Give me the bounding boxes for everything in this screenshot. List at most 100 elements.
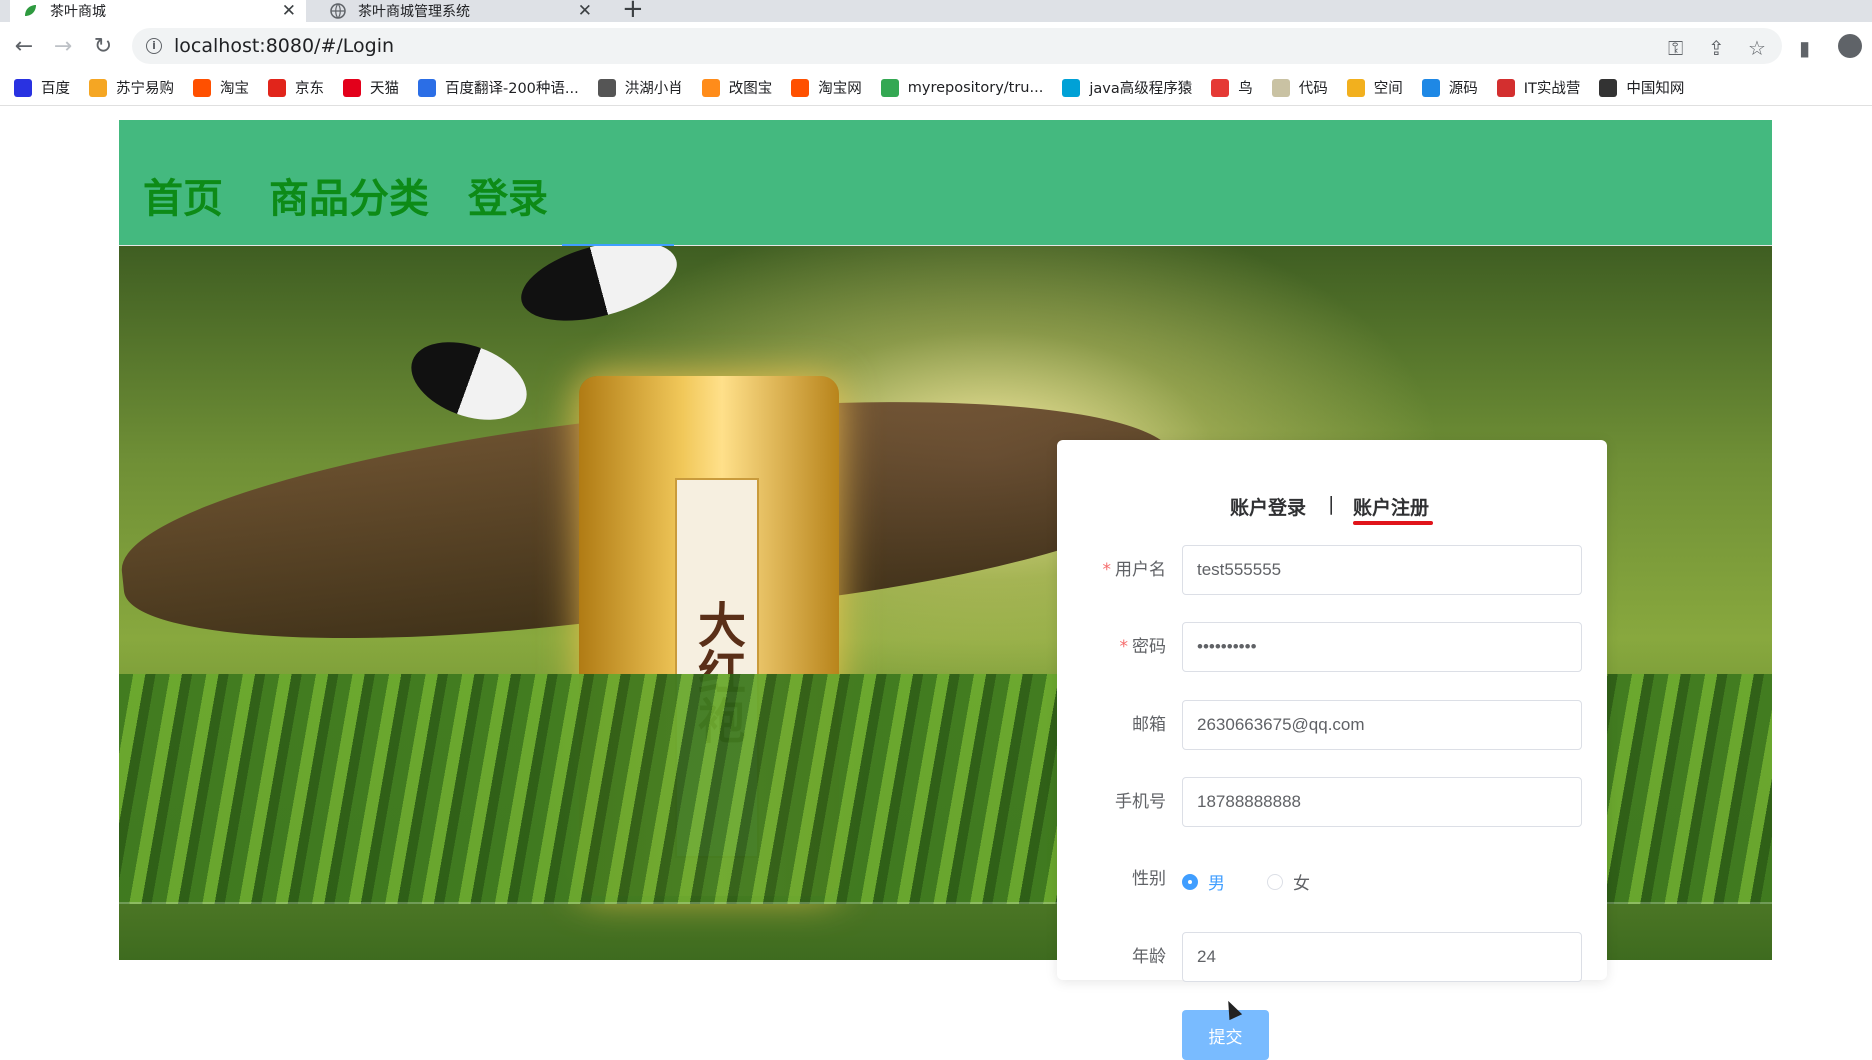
close-icon[interactable]: ✕: [282, 1, 296, 21]
bookmark-item[interactable]: 改图宝: [701, 77, 773, 98]
tab-title: 茶叶商城管理系统: [358, 4, 470, 20]
active-tab-underline: [1353, 521, 1433, 525]
bookmark-label: 苏宁易购: [116, 81, 174, 97]
gender-male-label: 男: [1208, 874, 1225, 894]
bookmark-label: 中国知网: [1626, 81, 1685, 97]
page: 首页 商品分类 登录 大红袍 账户登录 | 账户注册 *用户名 *密码: [0, 107, 1872, 1060]
bookmark-item[interactable]: 淘宝: [193, 77, 249, 98]
cnki-icon: [1599, 78, 1618, 97]
bookmark-item[interactable]: 代码: [1271, 77, 1328, 98]
submit-button[interactable]: 提交: [1182, 1010, 1269, 1060]
side-panel-icon[interactable]: ▮: [1799, 36, 1810, 60]
taobao-icon: [791, 78, 810, 97]
email-label: 邮箱: [1132, 715, 1166, 735]
phone-input[interactable]: [1182, 777, 1582, 827]
gender-female-label: 女: [1293, 874, 1310, 894]
nav-categories[interactable]: 商品分类: [269, 166, 429, 224]
bookmark-item[interactable]: 苏宁易购: [89, 77, 174, 98]
site-header: 首页 商品分类 登录: [119, 120, 1772, 246]
jd-icon: [268, 78, 286, 97]
globe-icon: [330, 3, 346, 19]
wing-icon: [597, 78, 616, 97]
bird-icon: [1211, 78, 1230, 97]
username-input[interactable]: [1182, 545, 1582, 595]
bookmark-label: IT实战营: [1523, 81, 1581, 97]
gender-label: 性别: [1132, 869, 1166, 889]
gender-female-radio[interactable]: 女: [1267, 869, 1310, 894]
suning-icon: [89, 78, 107, 97]
share-icon[interactable]: ⇪: [1708, 36, 1725, 60]
nav-home[interactable]: 首页: [143, 166, 223, 224]
bookmark-label: 洪湖小肖: [624, 81, 683, 97]
radio-checked-icon: [1182, 873, 1198, 890]
bookmark-label: 代码: [1298, 81, 1328, 97]
bookmark-item[interactable]: 百度翻译-200种语...: [418, 77, 579, 98]
star-icon[interactable]: ☆: [1748, 36, 1766, 60]
chrome-icon: [880, 78, 899, 97]
reload-icon[interactable]: ↻: [89, 32, 117, 60]
bookmark-item[interactable]: myrepository/tru...: [880, 78, 1044, 97]
bookmarks-bar: 百度 苏宁易购 淘宝 京东 天猫 百度翻译-200种语... 洪湖小肖 改图宝 淘宝网 myrep…: [0, 70, 1872, 106]
age-row: 年龄: [1057, 932, 1607, 982]
bookmark-item[interactable]: 鸟: [1211, 77, 1253, 98]
password-label: * 密码: [1119, 637, 1167, 657]
taobao-icon: [193, 78, 211, 97]
browser-tab[interactable]: 茶叶商城管理系统 ✕: [318, 0, 602, 22]
bookmark-label: 百度翻译-200种语...: [445, 81, 579, 97]
code-icon: [1271, 78, 1290, 97]
tab-account-register[interactable]: 账户注册: [1353, 493, 1429, 520]
age-label: 年龄: [1132, 947, 1166, 967]
gaitubao-icon: [701, 78, 720, 97]
profile-icon[interactable]: [1838, 34, 1862, 58]
browser-toolbar: ← → ↻ i localhost:8080/#/Login ⚿ ⇪ ☆ ▮: [0, 22, 1872, 70]
password-input[interactable]: [1182, 622, 1582, 672]
url-text: localhost:8080/#/Login: [174, 35, 395, 57]
key-icon[interactable]: ⚿: [1668, 36, 1683, 60]
tmall-icon: [343, 78, 361, 97]
gender-male-radio[interactable]: 男: [1182, 869, 1225, 894]
fish-icon: [1421, 78, 1440, 97]
leaf-icon: [22, 3, 38, 19]
bookmark-label: java高级程序猿: [1089, 81, 1193, 97]
bookmark-item[interactable]: 京东: [268, 77, 324, 98]
tab-account-login[interactable]: 账户登录: [1230, 493, 1306, 520]
address-bar[interactable]: i localhost:8080/#/Login: [132, 28, 1782, 64]
gender-row: 性别 男 女: [1057, 854, 1607, 904]
bookmark-label: 天猫: [370, 81, 399, 97]
email-input[interactable]: [1182, 700, 1582, 750]
bookmark-item[interactable]: 源码: [1421, 77, 1478, 98]
email-row: 邮箱: [1057, 700, 1607, 750]
bookmark-item[interactable]: java高级程序猿: [1062, 77, 1192, 98]
bookmark-item[interactable]: 淘宝网: [791, 77, 862, 98]
info-icon[interactable]: i: [146, 38, 162, 54]
bookmark-label: 源码: [1448, 81, 1478, 97]
bookmark-label: myrepository/tru...: [907, 79, 1044, 96]
bookmark-item[interactable]: 空间: [1346, 77, 1403, 98]
forward-icon[interactable]: →: [49, 32, 77, 60]
register-card: 账户登录 | 账户注册 *用户名 *密码 邮箱 手机号 性别 男: [1057, 440, 1607, 1060]
tab-separator: |: [1328, 493, 1335, 515]
bookmark-label: 空间: [1373, 81, 1403, 97]
phone-row: 手机号: [1057, 777, 1607, 827]
bookmark-label: 淘宝: [220, 81, 249, 97]
bilibili-icon: [1062, 78, 1081, 97]
bookmark-item[interactable]: 洪湖小肖: [597, 77, 683, 98]
bookmark-label: 改图宝: [728, 81, 773, 97]
browser-tab-active[interactable]: 茶叶商城 ✕: [10, 0, 306, 22]
magpie-icon: [400, 327, 538, 435]
password-row: * 密码: [1057, 622, 1607, 672]
translate-icon: [418, 78, 436, 97]
bookmark-label: 百度: [41, 81, 70, 97]
bookmark-item[interactable]: 中国知网: [1599, 77, 1684, 98]
close-icon[interactable]: ✕: [578, 1, 592, 21]
back-icon[interactable]: ←: [10, 32, 38, 60]
username-row: * 用户名: [1057, 545, 1607, 595]
bookmark-item[interactable]: 百度: [14, 77, 70, 98]
bookmark-item[interactable]: 天猫: [343, 77, 399, 98]
nav-login[interactable]: 登录: [468, 166, 548, 224]
bookmark-item[interactable]: IT实战营: [1496, 77, 1581, 98]
age-input[interactable]: [1182, 932, 1582, 982]
baidu-icon: [14, 78, 32, 97]
it-icon: [1496, 78, 1515, 97]
new-tab-icon[interactable]: +: [622, 0, 644, 24]
